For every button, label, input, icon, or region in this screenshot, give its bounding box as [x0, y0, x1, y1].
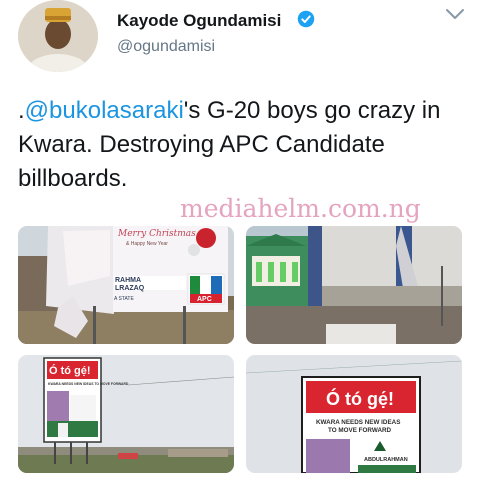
- photo1-state: A STATE: [114, 296, 134, 302]
- photo4-slogan2: TO MOVE FORWARD: [328, 427, 392, 434]
- photo3-slogan: KWARA NEEDS NEW IDEAS TO MOVE FORWARD: [48, 382, 129, 386]
- photo3-headline: Ó tó gẹ́!: [49, 364, 91, 377]
- photo1-name2: LRAZAQ: [115, 285, 145, 292]
- tweet-photo-1[interactable]: Merry Christmas & Happy New Year RAHMA L…: [18, 226, 234, 344]
- tweet-header: Kayode Ogundamisi @ogundamisi: [0, 0, 480, 80]
- display-name[interactable]: Kayode Ogundamisi: [117, 11, 281, 31]
- tweet-photo-3[interactable]: Ó tó gẹ́! KWARA NEEDS NEW IDEAS TO MOVE …: [18, 355, 234, 473]
- tweet-photo-2[interactable]: [246, 226, 462, 344]
- photo1-name: RAHMA: [115, 277, 141, 284]
- photo1-party: APC: [197, 296, 212, 303]
- photo1-sub: & Happy New Year: [126, 241, 168, 247]
- photo1-greeting: Merry Christmas: [117, 229, 196, 239]
- user-handle[interactable]: @ogundamisi: [117, 38, 215, 56]
- photo4-name: ABDULRAHMAN: [364, 457, 408, 463]
- tweet-text: .@bukolasaraki's G-20 boys go crazy in K…: [18, 94, 468, 196]
- photo4-headline: Ó tó gẹ́!: [326, 388, 394, 409]
- photo4-slogan1: KWARA NEEDS NEW IDEAS: [316, 419, 400, 426]
- verified-badge-icon: [297, 10, 315, 28]
- watermark: mediahelm.com.ng: [180, 194, 421, 223]
- avatar[interactable]: [18, 0, 98, 72]
- tweet-photo-4[interactable]: Ó tó gẹ́! KWARA NEEDS NEW IDEAS TO MOVE …: [246, 355, 462, 473]
- mention-link[interactable]: @bukolasaraki: [25, 97, 184, 124]
- tweet-prefix: .: [18, 97, 25, 124]
- chevron-down-icon[interactable]: [444, 6, 466, 22]
